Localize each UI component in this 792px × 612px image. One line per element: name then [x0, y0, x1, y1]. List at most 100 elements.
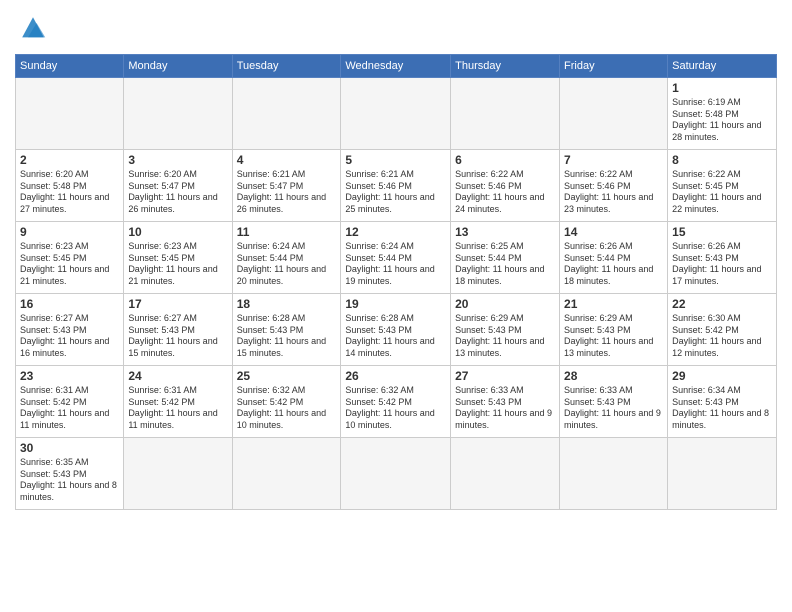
day-header-sunday: Sunday: [16, 55, 124, 78]
calendar-cell: 21Sunrise: 6:29 AM Sunset: 5:43 PM Dayli…: [560, 294, 668, 366]
day-info: Sunrise: 6:27 AM Sunset: 5:43 PM Dayligh…: [128, 313, 227, 360]
week-row-0: 1Sunrise: 6:19 AM Sunset: 5:48 PM Daylig…: [16, 78, 777, 150]
day-number: 22: [672, 297, 772, 311]
day-info: Sunrise: 6:26 AM Sunset: 5:43 PM Dayligh…: [672, 241, 772, 288]
day-number: 12: [345, 225, 446, 239]
calendar-cell: 1Sunrise: 6:19 AM Sunset: 5:48 PM Daylig…: [668, 78, 777, 150]
calendar-cell: [451, 438, 560, 510]
day-info: Sunrise: 6:24 AM Sunset: 5:44 PM Dayligh…: [345, 241, 446, 288]
calendar-cell: [341, 78, 451, 150]
calendar-cell: 5 Sunrise: 6:21 AM Sunset: 5:46 PM Daylig…: [341, 150, 451, 222]
day-number: 5: [345, 153, 446, 167]
day-header-thursday: Thursday: [451, 55, 560, 78]
calendar-cell: [232, 78, 341, 150]
week-row-4: 23 Sunrise: 6:31 AM Sunset: 5:42 PM Dayli…: [16, 366, 777, 438]
day-number: 8: [672, 153, 772, 167]
calendar-cell: 11 Sunrise: 6:24 AM Sunset: 5:44 PM Dayli…: [232, 222, 341, 294]
calendar-table: SundayMondayTuesdayWednesdayThursdayFrid…: [15, 54, 777, 510]
header: [15, 10, 777, 46]
calendar-cell: 18Sunrise: 6:28 AM Sunset: 5:43 PM Dayli…: [232, 294, 341, 366]
page: SundayMondayTuesdayWednesdayThursdayFrid…: [0, 0, 792, 612]
day-number: 26: [345, 369, 446, 383]
day-number: 19: [345, 297, 446, 311]
day-header-monday: Monday: [124, 55, 232, 78]
day-info: Sunrise: 6:34 AM Sunset: 5:43 PM Dayligh…: [672, 385, 772, 432]
week-row-3: 16 Sunrise: 6:27 AM Sunset: 5:43 PM Dayli…: [16, 294, 777, 366]
day-info: Sunrise: 6:22 AM Sunset: 5:45 PM Dayligh…: [672, 169, 772, 216]
day-number: 27: [455, 369, 555, 383]
day-number: 9: [20, 225, 119, 239]
calendar-cell: [124, 438, 232, 510]
day-info: Sunrise: 6:32 AM Sunset: 5:42 PM Dayligh…: [237, 385, 337, 432]
day-number: 6: [455, 153, 555, 167]
day-info: Sunrise: 6:25 AM Sunset: 5:44 PM Dayligh…: [455, 241, 555, 288]
calendar-cell: 29 Sunrise: 6:34 AM Sunset: 5:43 PM Dayli…: [668, 366, 777, 438]
calendar-cell: 23 Sunrise: 6:31 AM Sunset: 5:42 PM Dayli…: [16, 366, 124, 438]
day-info: Sunrise: 6:21 AM Sunset: 5:46 PM Dayligh…: [345, 169, 446, 216]
day-header-saturday: Saturday: [668, 55, 777, 78]
calendar-cell: 30Sunrise: 6:35 AM Sunset: 5:43 PM Dayli…: [16, 438, 124, 510]
day-number: 11: [237, 225, 337, 239]
day-info: Sunrise: 6:31 AM Sunset: 5:42 PM Dayligh…: [20, 385, 119, 432]
day-info: Sunrise: 6:28 AM Sunset: 5:43 PM Dayligh…: [345, 313, 446, 360]
calendar-cell: 25 Sunrise: 6:32 AM Sunset: 5:42 PM Dayli…: [232, 366, 341, 438]
day-info: Sunrise: 6:35 AM Sunset: 5:43 PM Dayligh…: [20, 457, 119, 504]
day-number: 2: [20, 153, 119, 167]
day-info: Sunrise: 6:30 AM Sunset: 5:42 PM Dayligh…: [672, 313, 772, 360]
calendar-cell: 28Sunrise: 6:33 AM Sunset: 5:43 PM Dayli…: [560, 366, 668, 438]
calendar-cell: 22 Sunrise: 6:30 AM Sunset: 5:42 PM Dayli…: [668, 294, 777, 366]
day-info: Sunrise: 6:27 AM Sunset: 5:43 PM Dayligh…: [20, 313, 119, 360]
day-info: Sunrise: 6:32 AM Sunset: 5:42 PM Dayligh…: [345, 385, 446, 432]
calendar-cell: 8 Sunrise: 6:22 AM Sunset: 5:45 PM Daylig…: [668, 150, 777, 222]
calendar-cell: 7 Sunrise: 6:22 AM Sunset: 5:46 PM Daylig…: [560, 150, 668, 222]
calendar-cell: 15 Sunrise: 6:26 AM Sunset: 5:43 PM Dayli…: [668, 222, 777, 294]
day-number: 15: [672, 225, 772, 239]
day-number: 25: [237, 369, 337, 383]
calendar-cell: 17Sunrise: 6:27 AM Sunset: 5:43 PM Dayli…: [124, 294, 232, 366]
day-number: 7: [564, 153, 663, 167]
calendar-cell: 3 Sunrise: 6:20 AM Sunset: 5:47 PM Daylig…: [124, 150, 232, 222]
calendar-cell: [232, 438, 341, 510]
calendar-cell: [16, 78, 124, 150]
calendar-cell: 27Sunrise: 6:33 AM Sunset: 5:43 PM Dayli…: [451, 366, 560, 438]
day-number: 24: [128, 369, 227, 383]
day-info: Sunrise: 6:31 AM Sunset: 5:42 PM Dayligh…: [128, 385, 227, 432]
day-header-tuesday: Tuesday: [232, 55, 341, 78]
day-info: Sunrise: 6:29 AM Sunset: 5:43 PM Dayligh…: [455, 313, 555, 360]
calendar-cell: 19 Sunrise: 6:28 AM Sunset: 5:43 PM Dayli…: [341, 294, 451, 366]
day-info: Sunrise: 6:29 AM Sunset: 5:43 PM Dayligh…: [564, 313, 663, 360]
day-info: Sunrise: 6:28 AM Sunset: 5:43 PM Dayligh…: [237, 313, 337, 360]
header-row: SundayMondayTuesdayWednesdayThursdayFrid…: [16, 55, 777, 78]
day-number: 4: [237, 153, 337, 167]
week-row-5: 30Sunrise: 6:35 AM Sunset: 5:43 PM Dayli…: [16, 438, 777, 510]
calendar-cell: [668, 438, 777, 510]
day-info: Sunrise: 6:26 AM Sunset: 5:44 PM Dayligh…: [564, 241, 663, 288]
day-number: 13: [455, 225, 555, 239]
day-number: 14: [564, 225, 663, 239]
calendar-cell: [560, 78, 668, 150]
day-info: Sunrise: 6:24 AM Sunset: 5:44 PM Dayligh…: [237, 241, 337, 288]
calendar-cell: [560, 438, 668, 510]
day-info: Sunrise: 6:33 AM Sunset: 5:43 PM Dayligh…: [564, 385, 663, 432]
calendar-cell: 10Sunrise: 6:23 AM Sunset: 5:45 PM Dayli…: [124, 222, 232, 294]
day-number: 16: [20, 297, 119, 311]
week-row-1: 2Sunrise: 6:20 AM Sunset: 5:48 PM Daylig…: [16, 150, 777, 222]
calendar-cell: 26 Sunrise: 6:32 AM Sunset: 5:42 PM Dayli…: [341, 366, 451, 438]
calendar-cell: [124, 78, 232, 150]
calendar-cell: [451, 78, 560, 150]
day-number: 1: [672, 81, 772, 95]
day-info: Sunrise: 6:20 AM Sunset: 5:47 PM Dayligh…: [128, 169, 227, 216]
day-number: 3: [128, 153, 227, 167]
calendar-cell: 20Sunrise: 6:29 AM Sunset: 5:43 PM Dayli…: [451, 294, 560, 366]
calendar-cell: 2Sunrise: 6:20 AM Sunset: 5:48 PM Daylig…: [16, 150, 124, 222]
day-info: Sunrise: 6:21 AM Sunset: 5:47 PM Dayligh…: [237, 169, 337, 216]
calendar-cell: 12 Sunrise: 6:24 AM Sunset: 5:44 PM Dayli…: [341, 222, 451, 294]
calendar-cell: 24 Sunrise: 6:31 AM Sunset: 5:42 PM Dayli…: [124, 366, 232, 438]
day-number: 23: [20, 369, 119, 383]
calendar-cell: 13 Sunrise: 6:25 AM Sunset: 5:44 PM Dayli…: [451, 222, 560, 294]
day-number: 29: [672, 369, 772, 383]
day-info: Sunrise: 6:22 AM Sunset: 5:46 PM Dayligh…: [564, 169, 663, 216]
day-info: Sunrise: 6:23 AM Sunset: 5:45 PM Dayligh…: [20, 241, 119, 288]
day-header-friday: Friday: [560, 55, 668, 78]
calendar-cell: 14 Sunrise: 6:26 AM Sunset: 5:44 PM Dayli…: [560, 222, 668, 294]
